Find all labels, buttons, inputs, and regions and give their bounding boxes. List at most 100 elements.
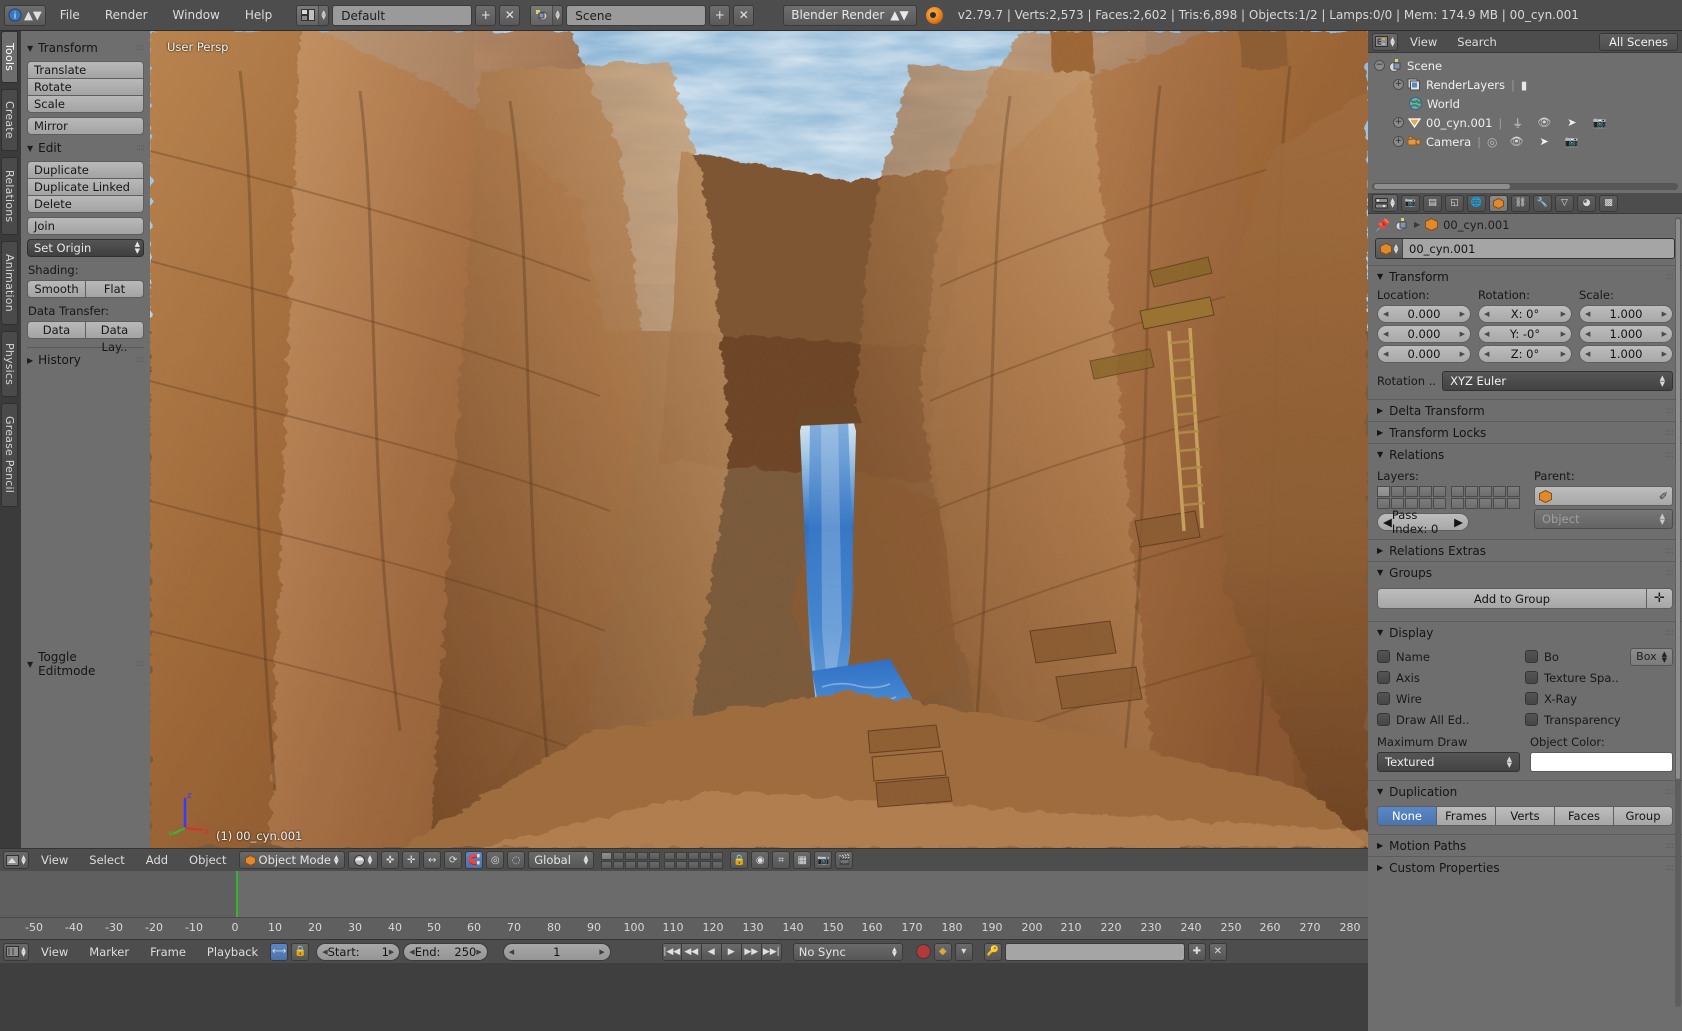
layer-cell[interactable] [688, 860, 700, 869]
layer-cell[interactable] [1405, 486, 1418, 497]
properties-editor-type-selector[interactable]: ▲ ▼ [1372, 194, 1398, 212]
rail-tab-create[interactable]: Create [1, 89, 18, 151]
location-y-field[interactable]: ◀ 0.000 ▶ [1377, 325, 1471, 343]
bounds-type-dropdown[interactable]: Box ▲ ▼ [1630, 647, 1673, 666]
renderability-camera-icon[interactable]: 📷 [1565, 135, 1579, 148]
translate-button[interactable]: Translate [27, 61, 144, 79]
chevron-right-icon[interactable]: ▶ [1460, 310, 1465, 318]
next-keyframe-button[interactable]: ▶▶ [741, 942, 762, 961]
location-x-field[interactable]: ◀ 0.000 ▶ [1377, 305, 1471, 323]
duplication-section-header[interactable]: ▼ Duplication :::: [1368, 781, 1682, 802]
pin-icon[interactable]: 📌 [1375, 218, 1390, 232]
layer-cell[interactable] [601, 860, 613, 869]
layer-cell[interactable] [649, 860, 661, 869]
eyedropper-icon[interactable]: ✐ [1659, 490, 1668, 503]
selectability-cursor-icon[interactable]: ➤ [1567, 116, 1576, 129]
scale-button[interactable]: Scale [27, 95, 144, 113]
viewport-render-icon[interactable]: 🎬 [835, 851, 854, 869]
manipulator-toggle-icon[interactable]: ✛ [402, 851, 421, 869]
properties-tab-data[interactable]: ▽ [1555, 194, 1574, 212]
rail-tab-relations[interactable]: Relations [1, 157, 18, 235]
chevron-right-icon[interactable]: ▶ [1662, 350, 1667, 358]
checkbox[interactable] [1525, 671, 1538, 684]
layer-block-left[interactable] [1377, 486, 1446, 509]
camera-data-icon[interactable]: ◎ [1487, 135, 1497, 149]
properties-tab-modifiers[interactable]: 🔧 [1533, 194, 1552, 212]
display-check-bounds[interactable]: Bo Box ▲ ▼ [1525, 646, 1673, 667]
manipulator-translate-icon[interactable]: ↔ [423, 851, 442, 869]
menu-help[interactable]: Help [234, 5, 283, 26]
lock-time-icon[interactable]: 🔒 [291, 942, 310, 961]
display-section-header[interactable]: ▼ Display :::: [1368, 622, 1682, 643]
duplication-option-faces[interactable]: Faces [1555, 806, 1614, 826]
rotation-mode-dropdown[interactable]: XYZ Euler ▲ ▼ [1442, 371, 1673, 391]
delete-button[interactable]: Delete [27, 195, 144, 213]
visibility-eye-icon[interactable]: 👁 [1537, 116, 1551, 129]
rail-tab-animation[interactable]: Animation [1, 241, 18, 325]
chevron-right-icon[interactable]: ▶ [389, 948, 394, 956]
insert-keyframe-icon[interactable]: ✚ [1187, 942, 1206, 961]
rotation-x-field[interactable]: ◀ X: 0° ▶ [1478, 305, 1572, 323]
properties-tab-constraints[interactable]: ⛓ [1511, 194, 1530, 212]
outliner-menu-view[interactable]: View [1402, 35, 1445, 49]
renderlayer-enable-icon[interactable]: ▮ [1521, 78, 1527, 92]
keying-set-dropdown-icon[interactable]: ▾ [954, 942, 973, 961]
screen-layout-selector[interactable]: ▲ ▼ [296, 4, 330, 26]
layer-cell[interactable] [1507, 486, 1520, 497]
checkbox[interactable] [1525, 713, 1538, 726]
timeline-editor-type-selector[interactable]: ▲ ▼ [3, 942, 29, 961]
layer-cell[interactable] [613, 860, 625, 869]
layer-cell[interactable] [712, 860, 724, 869]
duplication-option-verts[interactable]: Verts [1496, 806, 1555, 826]
auto-keyframe-icon[interactable] [915, 944, 931, 959]
snap-target-icon[interactable]: ◎ [486, 851, 505, 869]
scale-z-field[interactable]: ◀ 1.000 ▶ [1579, 345, 1673, 363]
parent-type-dropdown[interactable]: Object ▲ ▼ [1534, 509, 1673, 529]
layer-cell[interactable] [613, 851, 625, 860]
layer-cell[interactable] [700, 860, 712, 869]
properties-tab-object[interactable] [1489, 194, 1508, 212]
layer-cell[interactable] [664, 851, 676, 860]
scene-layers-widget[interactable] [601, 851, 724, 869]
play-button[interactable]: ▶ [721, 942, 742, 961]
layer-cell[interactable] [1391, 486, 1404, 497]
delete-scene-button[interactable]: ✕ [733, 4, 755, 26]
mirror-button[interactable]: Mirror [27, 117, 144, 135]
duplication-option-frames[interactable]: Frames [1437, 806, 1496, 826]
chevron-right-icon[interactable]: ▶ [599, 948, 604, 956]
maximum-draw-dropdown[interactable]: Textured ▲ ▼ [1377, 752, 1520, 772]
editor-type-selector[interactable]: ▲ ▼ [3, 851, 29, 869]
layer-cell[interactable] [676, 860, 688, 869]
duplication-option-group[interactable]: Group [1614, 806, 1673, 826]
edit-section-header[interactable]: ▼ Edit :::: [27, 139, 145, 157]
display-check-xray[interactable]: X-Ray [1525, 688, 1673, 709]
relations-extras-section-header[interactable]: ▶ Relations Extras :::: [1368, 540, 1682, 561]
layer-cell[interactable] [601, 851, 613, 860]
display-check-axis[interactable]: Axis [1377, 667, 1525, 688]
expand-toggle-icon[interactable]: + [1393, 117, 1404, 128]
outliner-menu-search[interactable]: Search [1449, 35, 1505, 49]
custom-properties-section-header[interactable]: ▶ Custom Properties :::: [1368, 857, 1682, 878]
display-check-transparency[interactable]: Transparency [1525, 709, 1673, 730]
chevron-right-icon[interactable]: ▶ [1454, 515, 1463, 529]
checkbox[interactable] [1377, 713, 1390, 726]
duplicate-button[interactable]: Duplicate [27, 161, 144, 179]
play-reverse-button[interactable]: ◀ [701, 942, 722, 961]
layer-cell[interactable] [649, 851, 661, 860]
timeline-menu-playback[interactable]: Playback [198, 943, 267, 961]
expand-toggle-icon[interactable]: + [1393, 79, 1404, 90]
render-preview-icon[interactable]: 📷 [814, 851, 833, 869]
layer-block-right[interactable] [1451, 486, 1520, 509]
frame-end-field[interactable]: ◀ End: 250 ▶ [403, 942, 488, 961]
parent-object-field[interactable]: ✐ [1534, 486, 1673, 506]
object-name-input[interactable] [1403, 239, 1674, 258]
layer-cell[interactable] [664, 860, 676, 869]
checkbox[interactable] [1377, 692, 1390, 705]
groups-section-header[interactable]: ▼ Groups :::: [1368, 562, 1682, 583]
object-color-swatch[interactable] [1530, 752, 1673, 772]
layer-block-right[interactable] [664, 851, 724, 869]
transform-section-header[interactable]: ▼ Transform :::: [27, 39, 145, 57]
transform-section-header[interactable]: ▼ Transform :::: [1368, 266, 1682, 287]
blender-menu-button[interactable]: i ▲▼ [4, 4, 46, 26]
menu-render[interactable]: Render [94, 5, 159, 26]
